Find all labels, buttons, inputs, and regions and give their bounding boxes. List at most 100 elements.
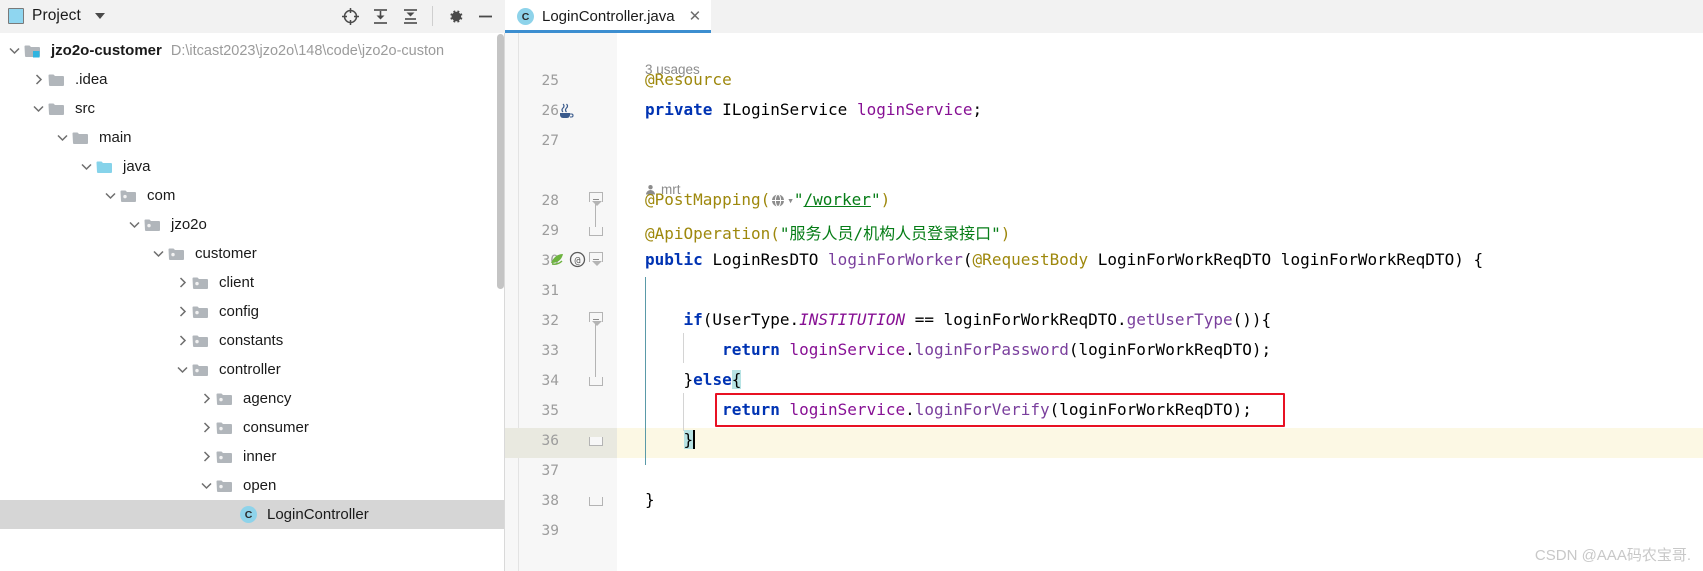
line-number: 33 <box>541 343 559 359</box>
code-line-32: if(UserType.INSTITUTION == loginForWorkR… <box>683 310 1272 329</box>
java-class-icon: C <box>240 506 257 523</box>
tree-item-customer[interactable]: customer <box>0 239 505 268</box>
tree-item-label: src <box>75 100 95 117</box>
tree-item--idea[interactable]: .idea <box>0 65 505 94</box>
tree-item-label: jzo2o <box>171 216 207 233</box>
line-number: 35 <box>541 403 559 419</box>
tree-item-consumer[interactable]: consumer <box>0 413 505 442</box>
chevron-right-icon[interactable] <box>172 326 192 355</box>
tree-item-label: controller <box>219 361 281 378</box>
tree-item-path: D:\itcast2023\jzo2o\148\code\jzo2o-custo… <box>170 42 445 59</box>
tree-item-label: agency <box>243 390 292 407</box>
editor-gutter[interactable]: 25 26 27 28 29 30 31 32 33 34 35 36 37 38 39 @ <box>505 33 617 571</box>
project-panel-header: Project <box>0 0 505 33</box>
tree-item-open[interactable]: open <box>0 471 505 500</box>
chevron-down-icon[interactable] <box>52 123 72 152</box>
chevron-down-icon[interactable] <box>28 94 48 123</box>
expand-all-icon[interactable] <box>366 2 394 30</box>
chevron-right-icon[interactable] <box>196 384 216 413</box>
line-number: 26 <box>541 103 559 119</box>
project-panel-title: Project <box>32 7 81 24</box>
tree-item-logincontroller[interactable]: C LoginController <box>0 500 505 529</box>
chevron-down-icon[interactable] <box>100 181 120 210</box>
package-icon <box>168 246 188 262</box>
gear-icon[interactable] <box>441 2 469 30</box>
package-icon <box>192 333 212 349</box>
tree-item-jzo2o[interactable]: jzo2o <box>0 210 505 239</box>
package-icon <box>192 275 212 291</box>
collapse-all-icon[interactable] <box>396 2 424 30</box>
tree-item-config[interactable]: config <box>0 297 505 326</box>
chevron-right-icon[interactable] <box>172 297 192 326</box>
chevron-down-icon[interactable] <box>172 355 192 384</box>
chevron-right-icon[interactable] <box>196 442 216 471</box>
code-fold-end-marker[interactable] <box>589 497 603 506</box>
editor-body: 25 26 27 28 29 30 31 32 33 34 35 36 37 38 39 @ 3 usages… <box>505 33 1703 571</box>
tree-item-agency[interactable]: agency <box>0 384 505 413</box>
line-number: 34 <box>541 373 559 389</box>
tree-item-controller[interactable]: controller <box>0 355 505 384</box>
code-editor[interactable]: 3 usages mrt @Resource private ILoginServic… <box>617 33 1703 571</box>
tree-item-inner[interactable]: inner <box>0 442 505 471</box>
package-icon <box>216 449 236 465</box>
project-tree[interactable]: jzo2o-customer D:\itcast2023\jzo2o\148\co… <box>0 33 505 571</box>
folder-icon <box>48 101 68 117</box>
line-number: 37 <box>541 463 559 479</box>
tree-item-constants[interactable]: constants <box>0 326 505 355</box>
chevron-right-icon[interactable] <box>196 413 216 442</box>
tree-item-main[interactable]: main <box>0 123 505 152</box>
tree-item-src[interactable]: src <box>0 94 505 123</box>
code-line-34: }else{ <box>683 370 742 389</box>
ide-window: Project jzo2o-customer D:\itcast2023\jzo… <box>0 0 1703 571</box>
java-class-icon: C <box>240 506 260 523</box>
chevron-down-icon[interactable] <box>196 471 216 500</box>
tree-item-label: LoginController <box>267 506 369 523</box>
minimize-icon[interactable] <box>471 2 499 30</box>
chevron-down-icon[interactable] <box>124 210 144 239</box>
code-line-28: @PostMapping(▾"/worker") <box>645 190 891 209</box>
locate-icon[interactable] <box>336 2 364 30</box>
code-fold-start-arrow-marker[interactable] <box>589 252 603 266</box>
package-icon <box>144 217 164 233</box>
project-panel-title-group[interactable]: Project <box>8 7 105 25</box>
project-tool-window: Project jzo2o-customer D:\itcast2023\jzo… <box>0 0 505 571</box>
tree-item-label: jzo2o-customer <box>51 42 162 59</box>
tree-item-label: config <box>219 303 260 320</box>
tab-login-controller[interactable]: C LoginController.java ✕ <box>505 0 712 33</box>
tree-item-label: client <box>219 274 255 291</box>
annotation-gutter-icon[interactable]: @ <box>569 251 586 273</box>
line-number: 31 <box>541 283 559 299</box>
code-line-30: public LoginResDTO loginForWorker(@Reque… <box>645 250 1484 269</box>
tree-item-label: customer <box>195 245 257 262</box>
chevron-down-icon[interactable] <box>76 152 96 181</box>
tree-item-com[interactable]: com <box>0 181 505 210</box>
code-line-25: @Resource <box>645 70 732 89</box>
code-fold-line <box>595 322 596 382</box>
chevron-down-icon[interactable] <box>94 13 105 19</box>
chevron-down-icon[interactable] <box>148 239 168 268</box>
line-number: 27 <box>541 133 559 149</box>
code-fold-end-marker[interactable] <box>589 437 603 446</box>
line-number: 28 <box>541 193 559 209</box>
tree-item-jzo2o-customer[interactable]: jzo2o-customer D:\itcast2023\jzo2o\148\co… <box>0 36 505 65</box>
chevron-right-icon[interactable] <box>172 268 192 297</box>
code-fold-start-arrow-marker[interactable] <box>589 192 603 206</box>
tree-item-client[interactable]: client <box>0 268 505 297</box>
code-fold-end-marker[interactable] <box>589 377 603 386</box>
folder-icon <box>72 130 92 146</box>
code-fold-end-marker[interactable] <box>589 227 603 236</box>
source-folder-icon <box>96 159 116 175</box>
chevron-right-icon[interactable] <box>28 65 48 94</box>
java-bean-gutter-icon[interactable] <box>557 101 575 124</box>
close-icon[interactable]: ✕ <box>689 9 702 24</box>
chevron-down-icon[interactable] <box>4 36 24 65</box>
tree-item-label: .idea <box>75 71 108 88</box>
spring-bean-gutter-icon[interactable] <box>549 251 566 273</box>
tree-item-java[interactable]: java <box>0 152 505 181</box>
project-window-icon <box>8 8 24 24</box>
current-line-highlight <box>617 428 1703 458</box>
line-number: 32 <box>541 313 559 329</box>
code-fold-start-arrow-marker[interactable] <box>589 312 603 326</box>
project-tree-scrollbar[interactable] <box>497 34 504 289</box>
code-line-26: private ILoginService loginService; <box>645 100 983 119</box>
